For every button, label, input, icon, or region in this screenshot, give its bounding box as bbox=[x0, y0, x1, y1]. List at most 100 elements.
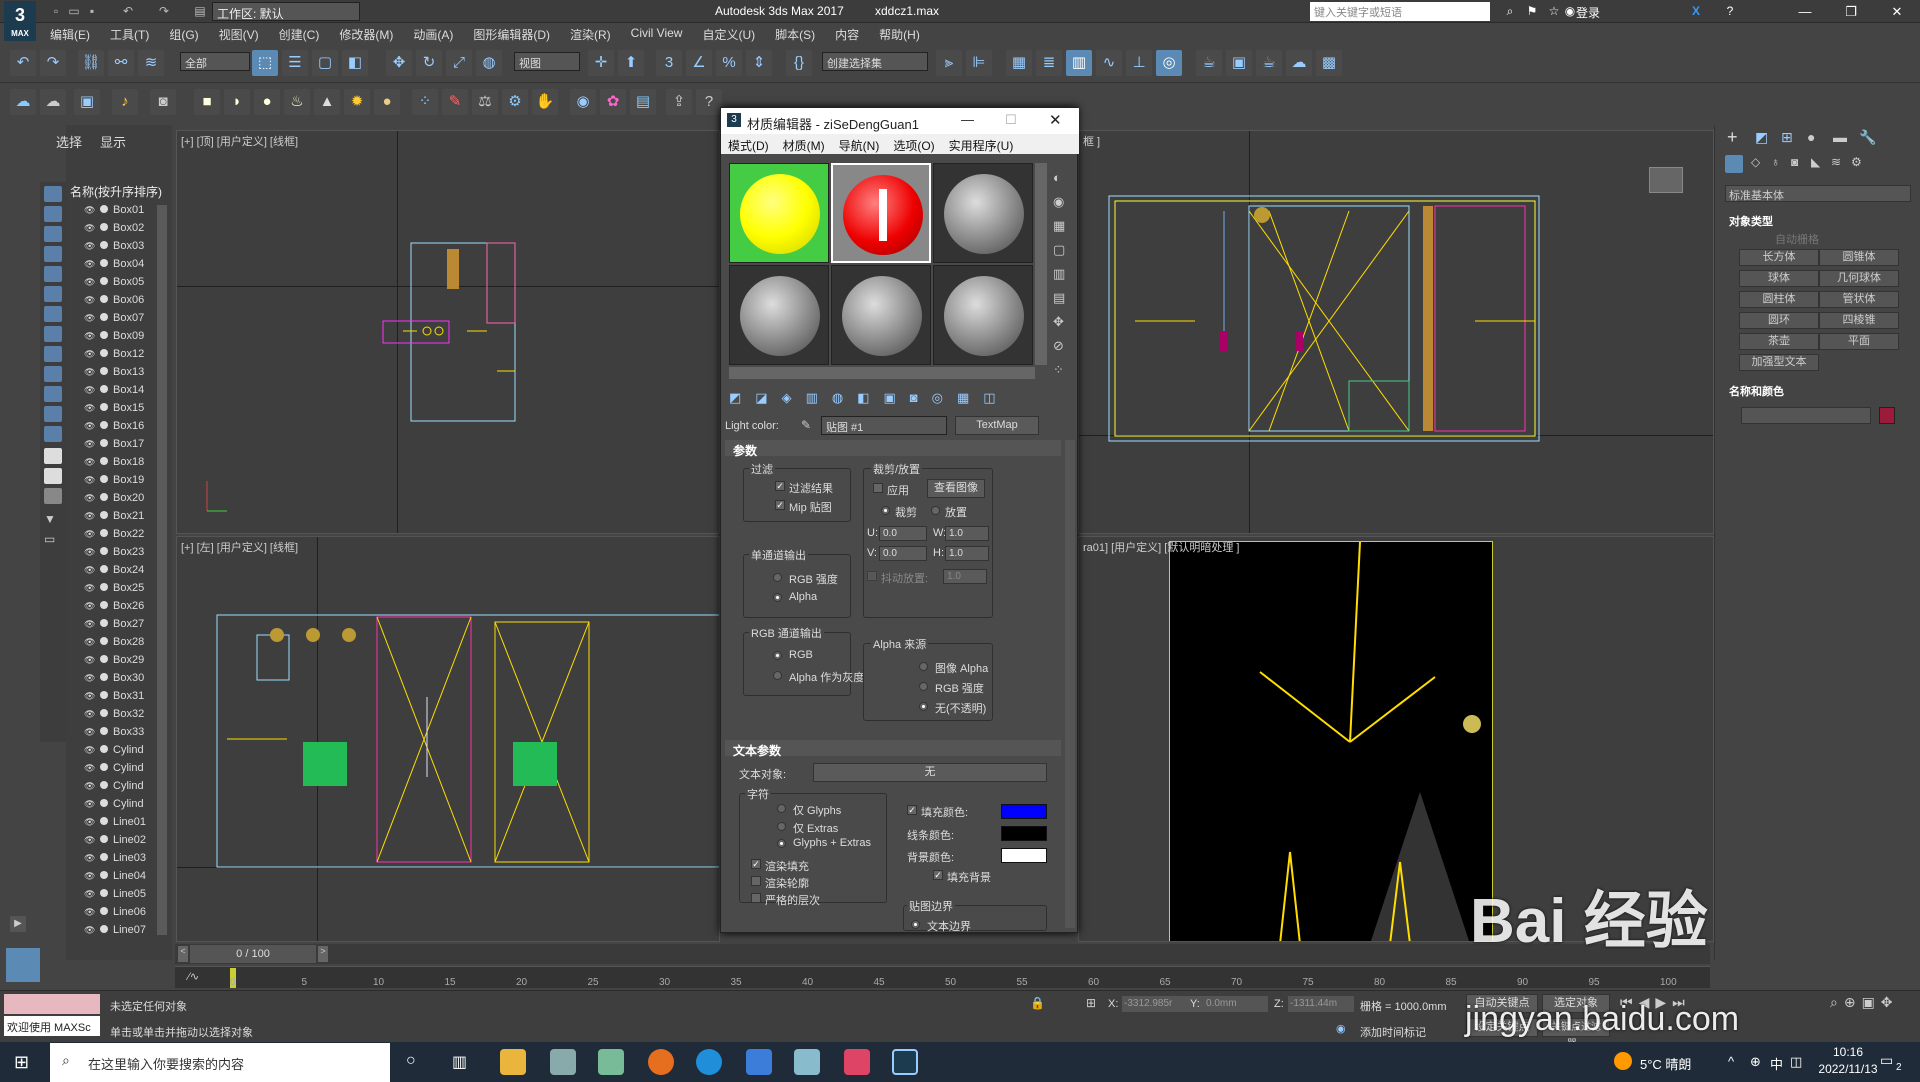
explorer-column-header[interactable]: 名称(按升序排序) bbox=[70, 183, 162, 200]
explorer-item[interactable]: 👁 Cylind bbox=[84, 744, 144, 762]
explorer-item[interactable]: 👁 Box18 bbox=[84, 456, 144, 474]
explorer-item[interactable]: 👁 Line02 bbox=[84, 834, 146, 852]
bg-color-swatch[interactable] bbox=[1001, 848, 1047, 863]
box-button[interactable]: 长方体 bbox=[1739, 249, 1819, 266]
named-selection-dropdown[interactable]: 创建选择集 bbox=[822, 52, 928, 71]
help-icon[interactable]: ? bbox=[1722, 3, 1738, 19]
3dsmax-taskbar-icon[interactable] bbox=[892, 1049, 918, 1075]
place-icon[interactable]: ◍ bbox=[476, 50, 502, 76]
explorer-item[interactable]: 👁 Box23 bbox=[84, 546, 144, 564]
name-color-rollout[interactable]: 名称和颜色 bbox=[1729, 383, 1784, 399]
h-spinner[interactable]: 1.0 bbox=[945, 546, 989, 561]
explorer-item[interactable]: 👁 Line06 bbox=[84, 906, 146, 924]
display-hidden-icon[interactable] bbox=[44, 406, 62, 422]
sphere-light-icon[interactable]: ● bbox=[374, 89, 400, 115]
explorer-item[interactable]: 👁 Box28 bbox=[84, 636, 144, 654]
text-plus-button[interactable]: 加强型文本 bbox=[1739, 354, 1819, 371]
spinner-snap-icon[interactable]: ⇕ bbox=[746, 50, 772, 76]
render-online-icon[interactable]: ☁ bbox=[1286, 50, 1312, 76]
rendered-frame-window-icon[interactable]: ▣ bbox=[1226, 50, 1252, 76]
freeze-icon[interactable] bbox=[100, 529, 108, 537]
invert-display-icon[interactable] bbox=[44, 468, 62, 484]
me-minimize-icon[interactable]: — bbox=[961, 112, 974, 127]
apply-checkbox[interactable] bbox=[873, 483, 883, 493]
visibility-icon[interactable]: 👁 bbox=[84, 619, 96, 630]
glyphs-radio[interactable] bbox=[777, 804, 786, 813]
new-file-icon[interactable]: ▫ bbox=[48, 3, 64, 19]
explorer-item[interactable]: 👁 Box19 bbox=[84, 474, 144, 492]
freeze-icon[interactable] bbox=[100, 421, 108, 429]
lights-icon[interactable]: ♁ bbox=[1771, 155, 1780, 169]
explorer-item[interactable]: 👁 Box31 bbox=[84, 690, 144, 708]
render-production-icon[interactable]: ☕ bbox=[1256, 50, 1282, 76]
visibility-icon[interactable]: 👁 bbox=[84, 889, 96, 900]
viewport-front-label[interactable]: 框 ] bbox=[1083, 133, 1100, 149]
explorer-item[interactable]: 👁 Box13 bbox=[84, 366, 144, 384]
time-slider-thumb[interactable]: 0 / 100 bbox=[190, 945, 316, 963]
absolute-mode-icon[interactable]: ⊞ bbox=[1086, 996, 1096, 1010]
cone-light-icon[interactable]: ▲ bbox=[314, 89, 340, 115]
display-none-icon[interactable] bbox=[44, 448, 62, 464]
tab-display[interactable]: 显示 bbox=[100, 132, 126, 151]
explorer-item[interactable]: 👁 Line03 bbox=[84, 852, 146, 870]
explorer-item[interactable]: 👁 Box07 bbox=[84, 312, 144, 330]
display-shapes-icon[interactable] bbox=[44, 206, 62, 222]
app-icon-2[interactable] bbox=[550, 1049, 576, 1075]
filter-icon[interactable]: ▼ bbox=[44, 512, 62, 528]
render-frame-icon[interactable]: ▤ bbox=[630, 89, 656, 115]
display-frozen-icon[interactable] bbox=[44, 386, 62, 402]
map-name-dropdown[interactable]: 贴图 #1 bbox=[821, 416, 947, 435]
explorer-item[interactable]: 👁 Box29 bbox=[84, 654, 144, 672]
freeze-icon[interactable] bbox=[100, 691, 108, 699]
visibility-icon[interactable]: 👁 bbox=[84, 745, 96, 756]
explorer-item[interactable]: 👁 Box01 bbox=[84, 204, 144, 222]
autogrid-checkbox[interactable]: 自动栅格 bbox=[1775, 231, 1819, 247]
photo-icon[interactable]: ▣ bbox=[74, 89, 100, 115]
box-primitive-icon[interactable]: ■ bbox=[194, 89, 220, 115]
ribbon-toggle-icon[interactable]: ▥ bbox=[1066, 50, 1092, 76]
maxscript-welcome[interactable]: 欢迎使用 MAXSc bbox=[4, 1016, 100, 1036]
alpha-as-gray-radio[interactable] bbox=[773, 671, 782, 680]
material-slot-4[interactable] bbox=[729, 265, 829, 365]
visibility-icon[interactable]: 👁 bbox=[84, 385, 96, 396]
explorer-item[interactable]: 👁 Box14 bbox=[84, 384, 144, 402]
project-folder-icon[interactable]: ▤ bbox=[192, 3, 208, 19]
freeze-icon[interactable] bbox=[100, 331, 108, 339]
track-bar[interactable] bbox=[175, 966, 1710, 988]
time-next-icon[interactable]: > bbox=[318, 946, 328, 962]
stroke-color-swatch[interactable] bbox=[1001, 826, 1047, 841]
material-editor-titlebar[interactable]: 3 材质编辑器 - ziSeDengGuan1 — ☐ ✕ bbox=[721, 108, 1079, 134]
file-explorer-icon[interactable] bbox=[500, 1049, 526, 1075]
viewport-front[interactable]: 框 ] bbox=[1078, 130, 1714, 534]
notes-icon[interactable] bbox=[44, 488, 62, 504]
freeze-icon[interactable] bbox=[100, 205, 108, 213]
menu-graph-editors[interactable]: 图形编辑器(D) bbox=[463, 23, 560, 43]
firefox-icon[interactable] bbox=[648, 1049, 674, 1075]
menu-create[interactable]: 创建(C) bbox=[269, 23, 330, 43]
snap-3d-icon[interactable]: 3 bbox=[656, 50, 682, 76]
visibility-icon[interactable]: 👁 bbox=[84, 331, 96, 342]
menu-animation[interactable]: 动画(A) bbox=[403, 23, 463, 43]
map-type-button[interactable]: TextMap bbox=[955, 416, 1039, 435]
a360-gallery-icon[interactable]: ▩ bbox=[1316, 50, 1342, 76]
modify-tab-icon[interactable]: ◩ bbox=[1755, 129, 1768, 146]
explorer-item[interactable]: 👁 Line05 bbox=[84, 888, 146, 906]
freeze-icon[interactable] bbox=[100, 439, 108, 447]
explorer-item[interactable]: 👁 Box16 bbox=[84, 420, 144, 438]
explorer-item[interactable]: 👁 Cylind bbox=[84, 798, 144, 816]
visibility-icon[interactable]: 👁 bbox=[84, 925, 96, 936]
modifier-icon[interactable]: ✎ bbox=[442, 89, 468, 115]
redo-tool-icon[interactable]: ↷ bbox=[40, 50, 66, 76]
app-icon-3[interactable] bbox=[598, 1049, 624, 1075]
crop-radio[interactable] bbox=[881, 506, 890, 515]
menu-scripting[interactable]: 脚本(S) bbox=[765, 23, 825, 43]
fill-color-checkbox[interactable]: ✓ bbox=[907, 805, 917, 815]
visibility-icon[interactable]: 👁 bbox=[84, 871, 96, 882]
material-ball-icon[interactable]: ◉ bbox=[570, 89, 596, 115]
menu-tools[interactable]: 工具(T) bbox=[100, 23, 159, 43]
visibility-icon[interactable]: 👁 bbox=[84, 241, 96, 252]
explorer-item[interactable]: 👁 Box25 bbox=[84, 582, 144, 600]
explorer-item[interactable]: 👁 Cylind bbox=[84, 762, 144, 780]
v-spinner[interactable]: 0.0 bbox=[879, 546, 927, 561]
geosphere-button[interactable]: 几何球体 bbox=[1819, 270, 1899, 287]
